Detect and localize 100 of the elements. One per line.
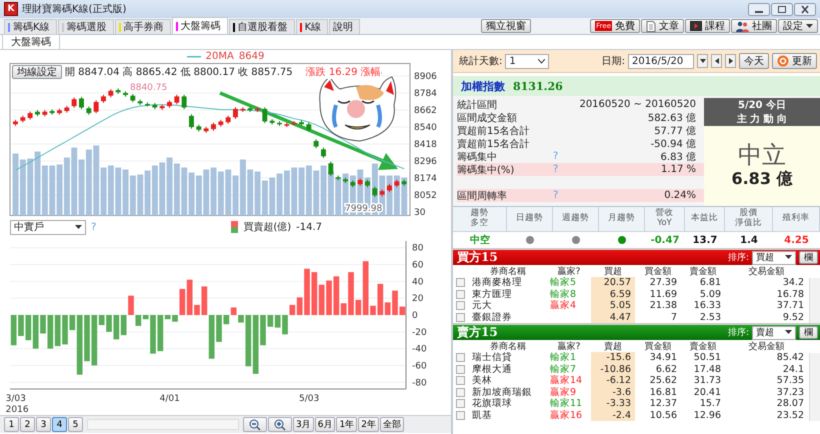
course-button[interactable]: 課程 — [685, 19, 730, 33]
page-button[interactable]: 2 — [20, 417, 35, 432]
columns-button[interactable]: 欄 — [799, 326, 818, 339]
table-cell-text: 美林 — [472, 374, 492, 387]
stat-label: 區間成交金額 — [457, 112, 518, 124]
ma-settings-button[interactable]: 均線設定 — [12, 65, 62, 79]
range-button[interactable]: 3月 — [293, 417, 314, 432]
stat-label: 籌碼集中 — [457, 150, 498, 164]
date-field[interactable]: 2016/5/20 — [628, 54, 694, 68]
axis-label: -60 — [412, 361, 427, 372]
range-button[interactable]: 2年 — [358, 417, 379, 432]
page-button[interactable]: 5 — [68, 417, 83, 432]
table-cell: 12.96 — [694, 410, 721, 421]
sub-tab[interactable]: 大盤籌碼 — [2, 34, 60, 49]
range-button[interactable]: 全部 — [380, 417, 404, 432]
row-checkbox[interactable] — [456, 410, 465, 420]
row-checkbox[interactable] — [456, 376, 465, 386]
main-force-verdict: 中立 — [738, 142, 786, 169]
indicator-value: 13.7 — [692, 234, 718, 246]
row-checkbox[interactable] — [456, 364, 465, 374]
refresh-button[interactable]: 更新 — [772, 53, 817, 69]
maximize-icon[interactable] — [771, 2, 793, 16]
stat-label: 籌碼集中(%) — [457, 164, 516, 176]
tab[interactable]: 籌碼K線 — [4, 19, 57, 34]
row-checkbox[interactable] — [456, 399, 465, 408]
zoom-out-button[interactable] — [243, 417, 267, 432]
indicator-value: 1.4 — [740, 234, 758, 246]
sort-select[interactable]: 賣超 — [752, 326, 796, 340]
axis-label: -40 — [412, 344, 427, 355]
winner-tag: 輸家5 — [550, 276, 576, 290]
tab[interactable]: 籌碼選股 — [58, 19, 114, 34]
table-cell: 5.05 — [591, 300, 635, 312]
row-checkbox[interactable] — [456, 353, 465, 362]
zoom-out-icon — [249, 418, 261, 430]
axis-label: 4/01 — [160, 394, 180, 404]
page-button[interactable]: 4 — [52, 417, 67, 432]
table-cell: 9.52 — [782, 312, 804, 323]
scrollbar[interactable] — [809, 353, 820, 421]
axis-label: 8296 — [414, 157, 437, 168]
columns-button[interactable]: 欄 — [799, 251, 818, 264]
column-header: 贏家? — [556, 266, 582, 277]
document-icon — [646, 20, 656, 32]
table-cell: -2.4 — [591, 410, 635, 421]
zoom-in-button[interactable] — [268, 417, 292, 432]
column-header: 賣金額 — [688, 340, 718, 352]
investor-select[interactable]: 中實戶 — [10, 220, 86, 234]
tab[interactable]: K線 — [296, 19, 328, 34]
axis-label: 8540 — [414, 123, 437, 134]
row-checkbox[interactable] — [456, 290, 465, 299]
minimize-icon[interactable] — [748, 2, 770, 16]
table-cell: 25.62 — [650, 375, 677, 386]
row-checkbox[interactable] — [456, 388, 465, 397]
date-label: 日期: — [602, 54, 625, 68]
table-cell: 27.39 — [650, 277, 677, 288]
row-checkbox[interactable] — [456, 301, 465, 310]
series-name: 買賣超(億) — [243, 220, 292, 234]
table-cell: -6.12 — [591, 375, 635, 386]
dropdown-button[interactable] — [697, 54, 708, 68]
winner-tag: 贏家9 — [550, 386, 576, 399]
previous-button[interactable] — [711, 54, 722, 68]
axis-label: 8174 — [414, 174, 437, 184]
close-icon[interactable] — [794, 2, 816, 16]
column-header: 買金額 — [644, 266, 672, 277]
column-header: 日趨勢 — [507, 207, 553, 232]
article-button[interactable]: 文章 — [641, 19, 684, 33]
days-select[interactable]: 1 — [505, 54, 550, 68]
table-cell: 20.57 — [591, 277, 635, 288]
table-cell: 21.38 — [650, 300, 677, 312]
stat-label: 區間周轉率 — [457, 190, 508, 202]
table-cell-text: 東方匯理 — [472, 288, 512, 300]
tab[interactable]: 說明 — [329, 19, 360, 34]
column-header: 賣超 — [603, 340, 623, 352]
today-button[interactable]: 今天 — [739, 53, 769, 69]
table-cell: 20.41 — [694, 386, 721, 398]
column-header: 殖利率 — [773, 207, 820, 232]
column-header: 股價 淨值比 — [725, 207, 773, 232]
tab[interactable]: 高手券商 — [114, 19, 171, 34]
row-checkbox[interactable] — [456, 278, 465, 288]
sort-select[interactable]: 買超 — [752, 250, 796, 264]
stat-value: -50.94 億 — [650, 138, 696, 150]
sort-label: 排序: — [728, 252, 749, 264]
page-button[interactable]: 3 — [36, 417, 51, 432]
scrollbar[interactable] — [809, 278, 820, 323]
group-button[interactable]: 社團 — [731, 19, 777, 33]
winner-tag: 輸家8 — [550, 288, 576, 301]
caret-icon — [785, 255, 792, 260]
scrollbar[interactable] — [87, 419, 239, 430]
settings-button[interactable]: 設定 — [778, 19, 818, 33]
table-cell: 凱基 — [472, 408, 492, 422]
tab[interactable]: 大盤籌碼 — [172, 17, 228, 34]
tab[interactable]: 自選股看盤 — [228, 19, 295, 34]
next-button[interactable] — [725, 54, 736, 68]
column-header: 賣金額 — [688, 266, 718, 277]
popout-button[interactable]: 獨立視窗 — [481, 19, 532, 33]
range-button[interactable]: 1年 — [336, 417, 358, 432]
row-checkbox[interactable] — [456, 312, 465, 322]
range-button[interactable]: 6月 — [314, 417, 336, 432]
people-icon — [736, 20, 749, 32]
winner-tag: 贏家4 — [550, 299, 576, 312]
page-button[interactable]: 1 — [4, 417, 19, 432]
